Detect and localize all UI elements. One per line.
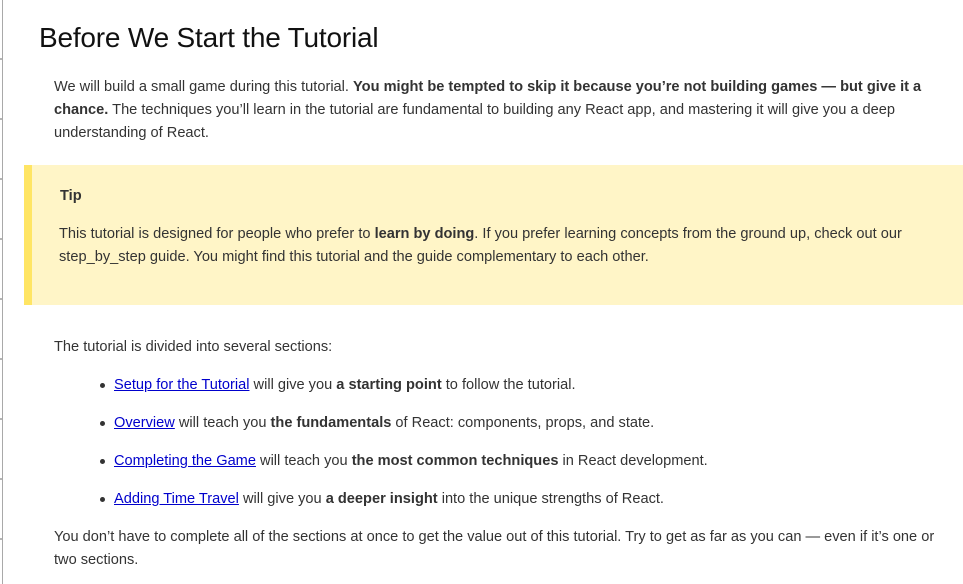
outro-paragraph: You don’t have to complete all of the se… [54,529,935,568]
section-post-text: to follow the tutorial. [441,377,576,393]
list-item: Completing the Game will teach you the m… [100,450,950,488]
section-link-overview[interactable]: Overview [114,415,175,431]
section-pre-text: will teach you [255,453,352,469]
bullet-icon [100,459,105,464]
section-pre-text: will teach you [174,415,271,431]
list-item: Adding Time Travel will give you a deepe… [100,488,950,526]
page-title: Before We Start the Tutorial [39,22,379,53]
section-post-text: in React development. [558,453,708,469]
tip-callout: Tip This tutorial is designed for people… [24,165,963,305]
tip-body: This tutorial is designed for people who… [59,223,939,269]
bullet-icon [100,421,105,426]
tip-bold-1: learn by doing [374,226,475,242]
section-link-completing-the-game[interactable]: Completing the Game [114,453,256,469]
bullet-icon [100,383,105,388]
sections-intro-paragraph: The tutorial is divided into several sec… [54,339,333,355]
intro-text-2: The techniques you’ll learn in the tutor… [54,102,896,141]
section-bold-text: a deeper insight [325,491,438,507]
section-link-adding-time-travel[interactable]: Adding Time Travel [114,491,239,507]
left-edge-rule [2,0,3,584]
bullet-icon [100,497,105,502]
intro-paragraph: We will build a small game during this t… [54,76,959,145]
section-pre-text: will give you [249,377,337,393]
section-link-setup[interactable]: Setup for the Tutorial [114,377,249,393]
list-item: Overview will teach you the fundamentals… [100,412,950,450]
list-item: Setup for the Tutorial will give you a s… [100,374,950,412]
section-bold-text: the fundamentals [270,415,392,431]
intro-text-1: We will build a small game during this t… [54,79,354,95]
section-pre-text: will give you [238,491,326,507]
tip-text-1: This tutorial is designed for people who… [59,226,375,242]
sections-list: Setup for the Tutorial will give you a s… [100,374,950,526]
section-bold-text: a starting point [336,377,442,393]
tip-title: Tip [60,188,82,204]
section-post-text: of React: components, props, and state. [391,415,655,431]
section-post-text: into the unique strengths of React. [437,491,664,507]
section-bold-text: the most common techniques [351,453,559,469]
